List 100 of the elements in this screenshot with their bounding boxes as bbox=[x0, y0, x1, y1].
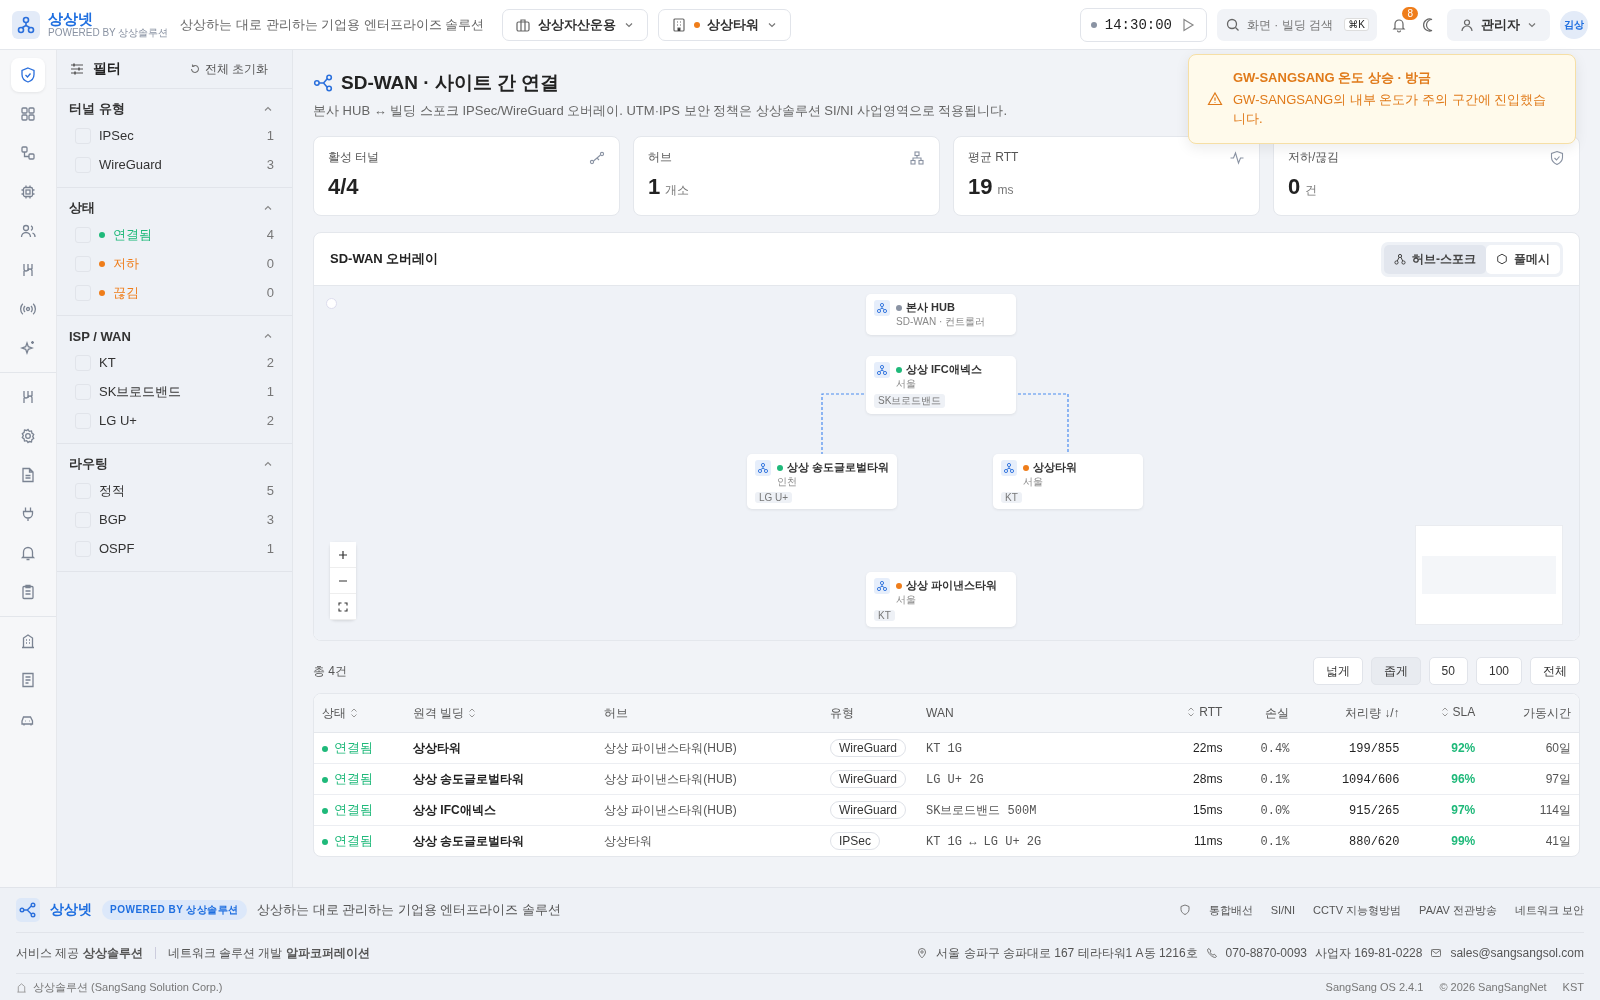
site-node[interactable]: 상상타워 서울 KT bbox=[993, 454, 1143, 509]
email-text: sales@sangsangsol.com bbox=[1450, 946, 1584, 960]
column-header[interactable]: 원격 빌딩 bbox=[413, 704, 477, 722]
business-number: 사업자 169-81-0228 bbox=[1315, 944, 1423, 962]
brand-powered: POWERED BY 상상솔루션 bbox=[48, 27, 169, 39]
node-name: 상상 송도글로벌타워 bbox=[787, 460, 890, 475]
reset-button[interactable]: 전체 초기화 bbox=[182, 59, 274, 79]
filter-group-title: 라우팅 bbox=[69, 455, 108, 473]
search-icon bbox=[1225, 16, 1241, 33]
table-cell: 상상타워 bbox=[413, 740, 461, 755]
table-cell: 상상 파이낸스타워(HUB) bbox=[604, 802, 737, 817]
table-cell: 915/265 bbox=[1349, 803, 1400, 818]
table-cell: 상상 IFC애넥스 bbox=[413, 802, 496, 817]
shield-icon bbox=[1549, 149, 1565, 166]
column-header[interactable]: 허브 bbox=[604, 704, 628, 722]
network-icon bbox=[313, 73, 333, 93]
filter-count: 1 bbox=[266, 541, 274, 556]
column-header[interactable]: SLA bbox=[1440, 705, 1476, 719]
filter-option: KT bbox=[99, 355, 259, 370]
footer-link[interactable]: 네트워크 보안 bbox=[1514, 902, 1584, 918]
mode-tab[interactable]: 허브-스포크 bbox=[1384, 244, 1486, 274]
logo-icon bbox=[16, 898, 40, 922]
site-icon bbox=[1001, 460, 1017, 476]
footer-link[interactable]: PA/AV 전관방송 bbox=[1419, 902, 1497, 918]
column-header[interactable]: 유형 bbox=[830, 704, 854, 722]
clock-display: 14:30:00 bbox=[1079, 7, 1207, 42]
filter-option: OSPF bbox=[99, 541, 259, 556]
footer-link[interactable]: SI/NI bbox=[1270, 904, 1296, 916]
table-cell: 96% bbox=[1451, 772, 1476, 786]
table-cell: 상상 파이낸스타워(HUB) bbox=[604, 740, 737, 755]
site-node[interactable]: 상상 송도글로벌타워 인천 LG U+ bbox=[747, 454, 897, 509]
user-avatar[interactable]: 김상 bbox=[1560, 10, 1588, 39]
sort-icon bbox=[1440, 706, 1449, 718]
address-text: 서울 송파구 송파대로 167 테라타워1 A동 1216호 bbox=[936, 944, 1198, 962]
sort-icon bbox=[468, 707, 477, 719]
stat-value: 4/4 bbox=[328, 174, 359, 200]
filter-option: 저하 bbox=[113, 254, 259, 273]
filter-option: IPSec bbox=[99, 128, 259, 143]
shield-icon[interactable] bbox=[11, 58, 45, 92]
company-dropdown[interactable]: 상상자산운용 bbox=[502, 8, 649, 41]
sliders-icon bbox=[69, 61, 85, 77]
filter-count: 0 bbox=[266, 256, 274, 271]
handle-dot[interactable] bbox=[326, 298, 337, 309]
table-cell: 114일 bbox=[1539, 802, 1571, 817]
logo-icon bbox=[12, 10, 40, 39]
phone-icon bbox=[1205, 947, 1218, 959]
filter-count: 0 bbox=[266, 285, 274, 300]
stat-value: 0 bbox=[1288, 174, 1301, 200]
play-icon[interactable] bbox=[1180, 16, 1196, 33]
stat-value: 19 bbox=[968, 174, 993, 200]
mode-tab[interactable]: 풀메시 bbox=[1486, 244, 1560, 274]
table-cell: 92% bbox=[1451, 741, 1476, 755]
density-button[interactable]: 좁게 bbox=[1370, 657, 1421, 685]
stat-unit: ms bbox=[997, 183, 1014, 197]
filter-count: 2 bbox=[266, 413, 274, 428]
site-node[interactable]: 상상 파이낸스타워 서울 KT bbox=[866, 572, 1016, 627]
page-size-button[interactable]: 50 bbox=[1428, 657, 1468, 685]
column-header[interactable]: 상태 bbox=[322, 704, 358, 722]
refresh-icon bbox=[188, 63, 201, 75]
node-name: 상상 IFC애넥스 bbox=[906, 362, 982, 377]
density-button[interactable]: 넓게 bbox=[1312, 657, 1363, 685]
node-name: 상상 파이낸스타워 bbox=[906, 578, 998, 593]
column-header[interactable]: WAN bbox=[926, 706, 954, 720]
table-cell: 상상타워 bbox=[604, 833, 652, 848]
notification-badge: 8 bbox=[1402, 6, 1418, 20]
user-menu[interactable]: 관리자 bbox=[1447, 8, 1550, 41]
filter-title: 필터 bbox=[93, 60, 121, 78]
footer-tagline: 상상하는 대로 관리하는 기업용 엔터프라이즈 솔루션 bbox=[256, 901, 561, 919]
zoom-in-button[interactable] bbox=[330, 542, 356, 568]
filter-count: 3 bbox=[266, 157, 274, 172]
filter-option: SK브로드밴드 bbox=[99, 382, 259, 401]
site-node[interactable]: 본사 HUB SD-WAN · 컨트롤러 bbox=[866, 294, 1016, 335]
user-icon bbox=[1459, 16, 1475, 33]
total-count: 총 4건 bbox=[313, 662, 347, 680]
table-cell: 0.1% bbox=[1260, 772, 1290, 787]
isp-tag: KT bbox=[1001, 492, 1022, 503]
column-header[interactable]: 손실 bbox=[1265, 704, 1290, 722]
overlay-title: SD-WAN 오버레이 bbox=[330, 250, 439, 268]
table-cell: 0.0% bbox=[1260, 803, 1290, 818]
filter-count: 4 bbox=[266, 227, 274, 242]
bell-icon[interactable] bbox=[1391, 16, 1407, 33]
table-cell: 0.1% bbox=[1260, 834, 1290, 849]
column-header[interactable]: RTT bbox=[1187, 705, 1223, 719]
site-node[interactable]: 상상 IFC애넥스 서울 SK브로드밴드 bbox=[866, 356, 1016, 414]
table-cell: KT 1G bbox=[926, 741, 962, 756]
fit-view-button[interactable] bbox=[330, 594, 356, 620]
footer-link[interactable]: CCTV 지능형방범 bbox=[1313, 902, 1402, 918]
hierarchy-icon bbox=[909, 149, 925, 166]
sort-icon bbox=[1187, 706, 1196, 718]
page-size-button[interactable]: 100 bbox=[1475, 657, 1522, 685]
status-label: 연결됨 bbox=[322, 802, 373, 817]
table-cell: 22ms bbox=[1193, 741, 1223, 755]
toast-title: GW-SANGSANG 온도 상승 · 방금 bbox=[1233, 69, 1433, 87]
page-size-button[interactable]: 전체 bbox=[1530, 657, 1580, 685]
building-dropdown[interactable]: 상상타워 bbox=[658, 8, 792, 41]
table-cell: 상상 송도글로벌타워 bbox=[413, 771, 525, 786]
zoom-out-button[interactable] bbox=[330, 568, 356, 594]
table-cell: 상상 송도글로벌타워 bbox=[413, 833, 525, 848]
footer-link[interactable]: 통합배선 bbox=[1208, 902, 1253, 918]
table-cell: SK브로드밴드 500M bbox=[926, 803, 1037, 818]
